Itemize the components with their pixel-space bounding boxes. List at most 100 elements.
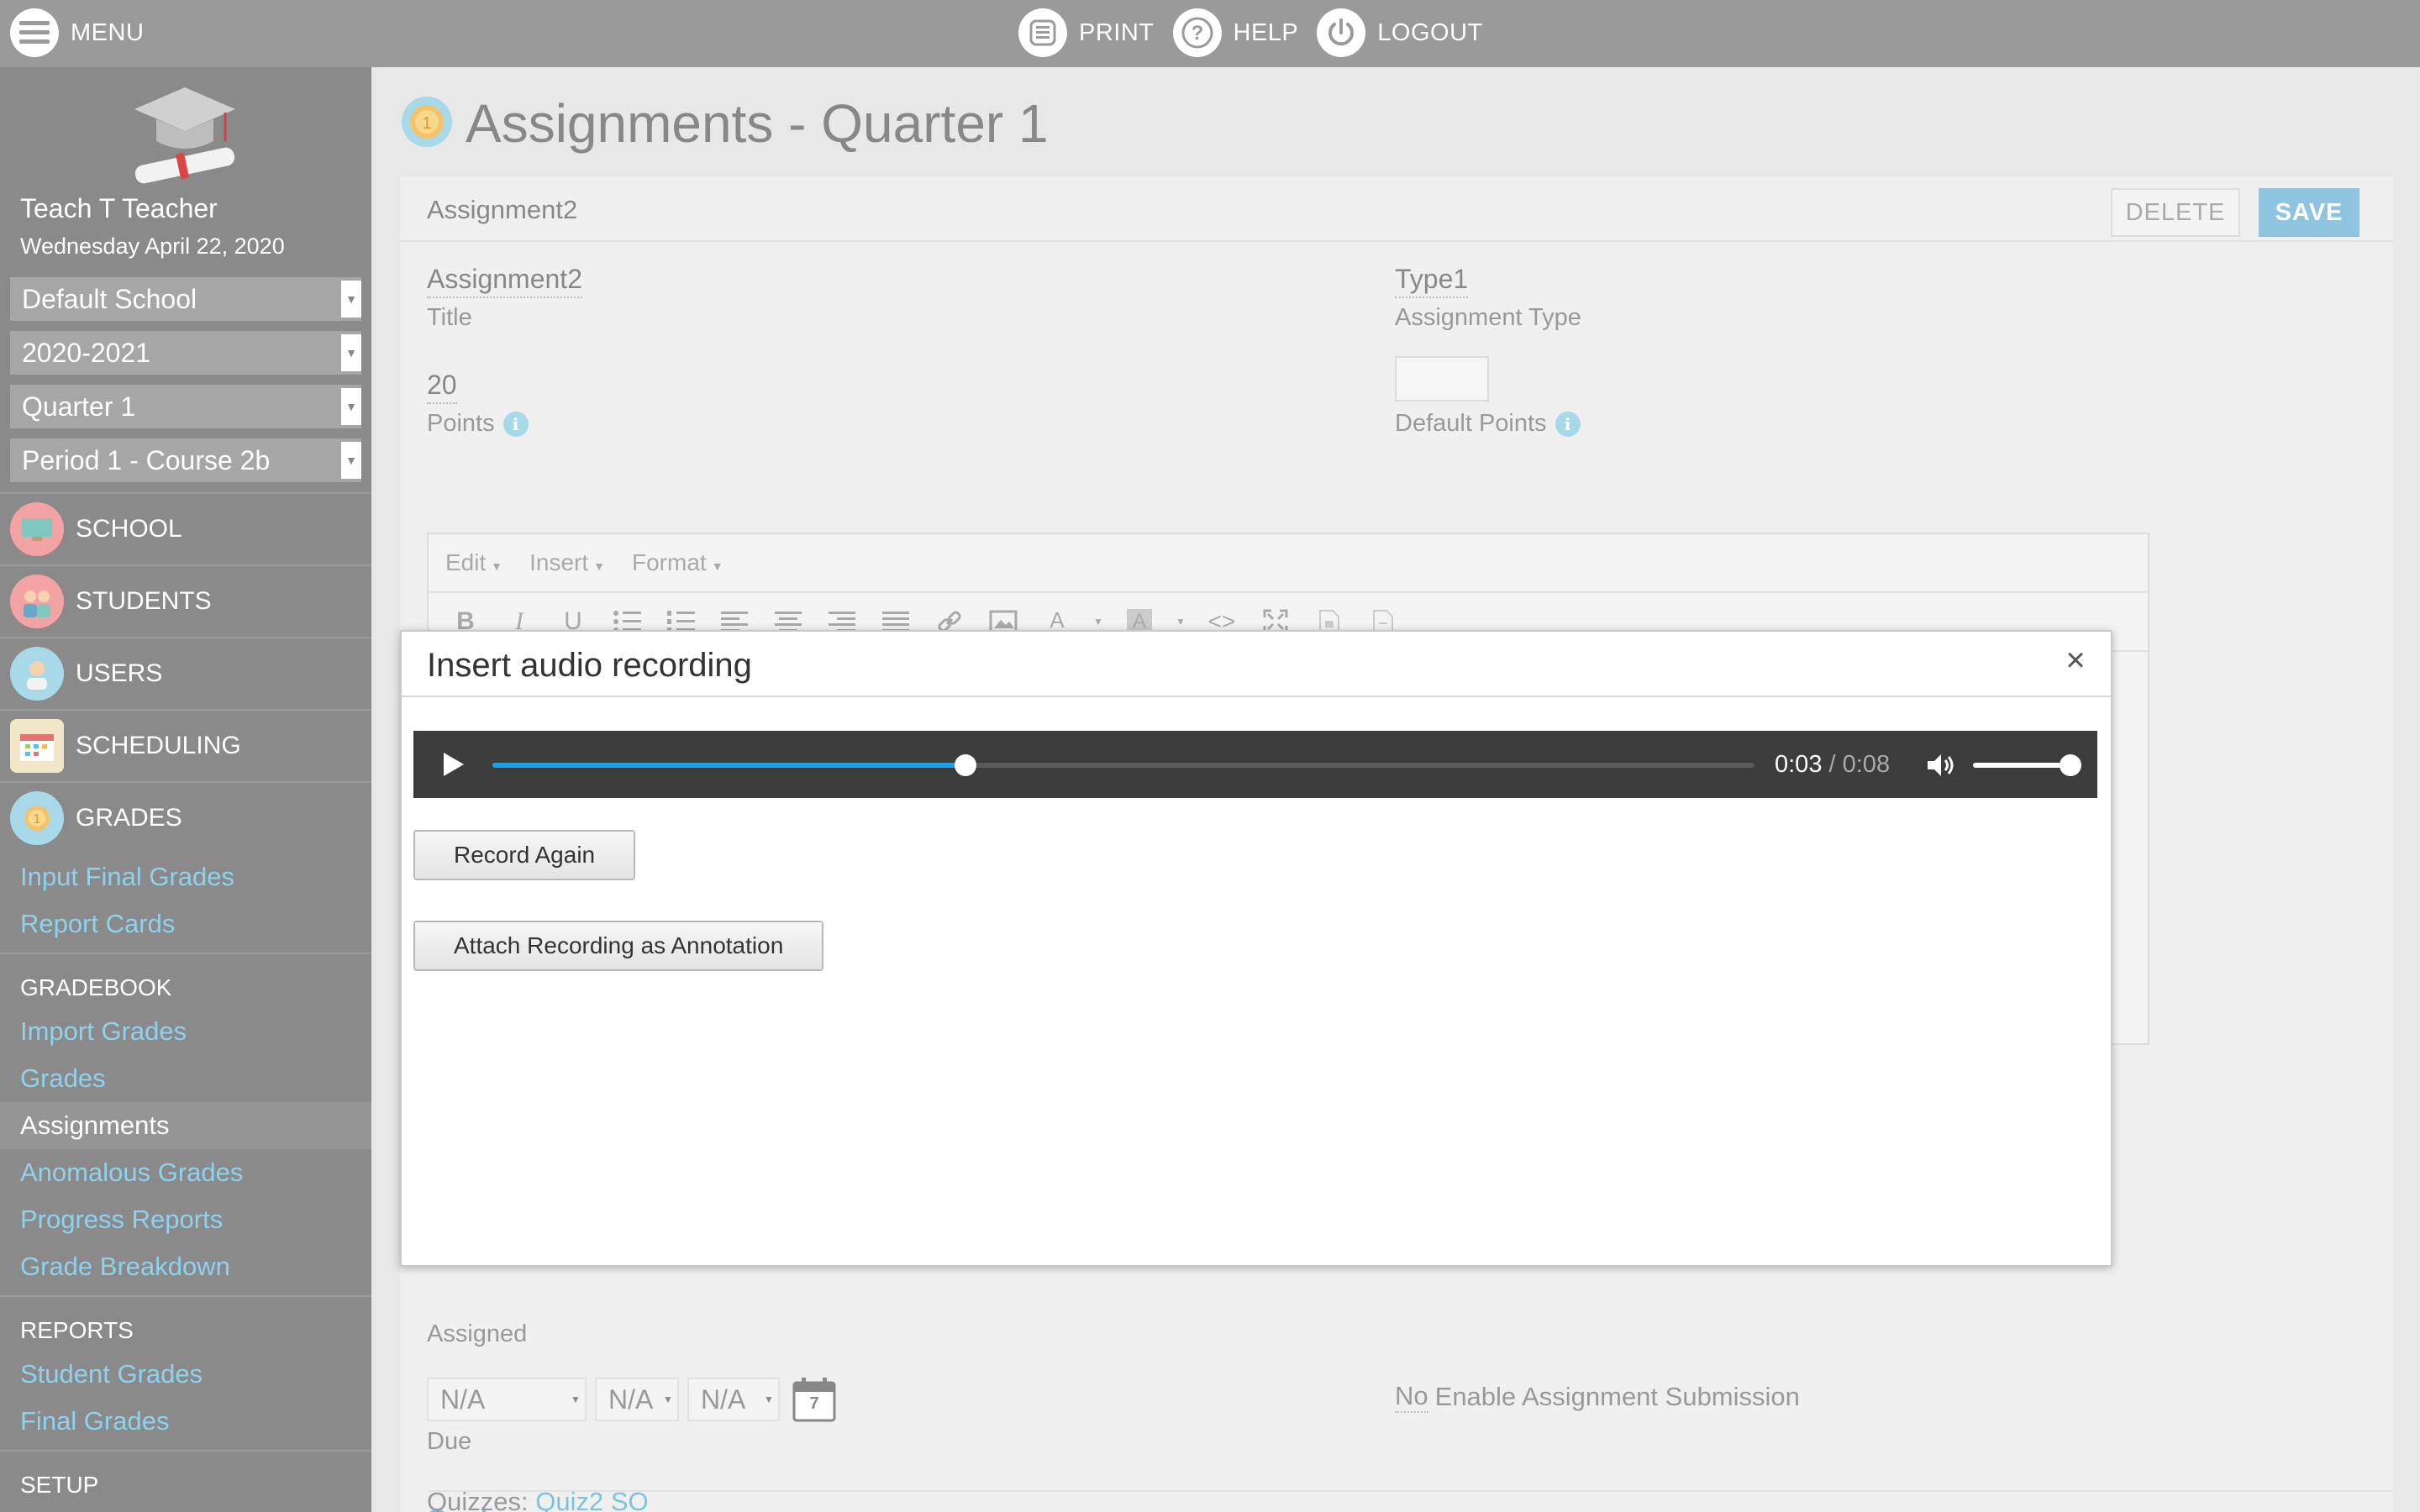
seek-handle[interactable] xyxy=(955,754,977,776)
seek-bar[interactable] xyxy=(492,754,1754,776)
link-student-grades[interactable]: Student Grades xyxy=(0,1351,371,1398)
play-icon[interactable] xyxy=(437,749,467,780)
nav-students-label: STUDENTS xyxy=(76,587,212,615)
link-import-grades[interactable]: Import Grades xyxy=(0,1008,371,1055)
medal-icon: 1 xyxy=(400,95,454,153)
due-month-select[interactable]: N/A ▼ xyxy=(427,1378,587,1421)
title-label: Title xyxy=(427,304,472,331)
record-again-button[interactable]: Record Again xyxy=(413,830,636,880)
due-day-value: N/A xyxy=(608,1383,654,1415)
volume-icon[interactable] xyxy=(1926,751,1956,780)
quarter-select[interactable]: Quarter 1 ▼ xyxy=(10,385,361,428)
close-icon[interactable]: × xyxy=(2059,642,2092,679)
students-icon xyxy=(10,575,64,628)
link-input-final-grades[interactable]: Input Final Grades xyxy=(0,853,371,900)
top-bar: MENU PRINT ? HELP LOGOUT xyxy=(0,0,2420,67)
info-icon[interactable]: i xyxy=(502,411,529,437)
volume-slider[interactable] xyxy=(1973,754,2081,776)
duration: 0:08 xyxy=(1842,751,1891,778)
page-title: Assignments - Quarter 1 xyxy=(466,93,1049,154)
nav-school[interactable]: SCHOOL xyxy=(0,492,371,564)
audio-player: 0:03 / 0:08 xyxy=(413,731,2097,798)
editor-menu-insert-label: Insert xyxy=(529,549,589,575)
power-icon xyxy=(1317,8,1366,57)
chevron-down-icon: ▼ xyxy=(341,442,361,479)
year-select-value: 2020-2021 xyxy=(22,337,151,368)
editor-menu-insert[interactable]: Insert ▼ xyxy=(529,549,605,576)
link-anomalous-grades[interactable]: Anomalous Grades xyxy=(0,1149,371,1196)
card-title: Assignment2 xyxy=(427,195,578,224)
profile: Teach T Teacher Wednesday April 22, 2020 xyxy=(0,67,371,277)
volume-handle[interactable] xyxy=(2060,754,2081,776)
link-assignments[interactable]: Assignments xyxy=(0,1102,371,1149)
editor-menu-edit-label: Edit xyxy=(445,549,487,575)
nav-scheduling[interactable]: SCHEDULING xyxy=(0,709,371,781)
help-button[interactable]: ? HELP xyxy=(1172,8,1299,57)
calendar-icon[interactable]: 7 xyxy=(792,1376,837,1423)
due-date-row: N/A ▼ N/A ▼ N/A ▼ 7 xyxy=(427,1376,837,1423)
default-points-label: Default Points xyxy=(1395,410,1547,437)
divider xyxy=(427,1490,2393,1492)
period-select-value: Period 1 - Course 2b xyxy=(22,444,271,475)
due-day-select[interactable]: N/A ▼ xyxy=(595,1378,679,1421)
school-select[interactable]: Default School ▼ xyxy=(10,277,361,321)
medal-icon: 1 xyxy=(10,791,64,845)
section-gradebook: GRADEBOOK xyxy=(0,953,371,1008)
submission-toggle-row[interactable]: No Enable Assignment Submission xyxy=(1395,1381,1800,1413)
nav-students[interactable]: STUDENTS xyxy=(0,564,371,637)
link-report-cards[interactable]: Report Cards xyxy=(0,900,371,948)
chevron-down-icon: ▼ xyxy=(341,281,361,318)
quizzes-row: Quizzes: Quiz2 SO xyxy=(427,1487,649,1512)
nav-users[interactable]: USERS xyxy=(0,637,371,709)
quiz-link[interactable]: Quiz2 SO xyxy=(535,1487,648,1512)
section-setup: SETUP xyxy=(0,1450,371,1505)
section-reports: REPORTS xyxy=(0,1295,371,1351)
nav-grades-label: GRADES xyxy=(76,804,182,832)
save-button[interactable]: SAVE xyxy=(2259,188,2360,237)
print-button[interactable]: PRINT xyxy=(1018,8,1155,57)
default-points-label-row: Default Points i xyxy=(1395,410,1581,438)
logout-label: LOGOUT xyxy=(1377,18,1483,46)
editor-menu-format[interactable]: Format ▼ xyxy=(632,549,723,576)
chevron-down-icon: ▼ xyxy=(663,1394,673,1405)
svg-text:?: ? xyxy=(1191,22,1203,45)
points-label: Points xyxy=(427,410,495,437)
link-grade-breakdown[interactable]: Grade Breakdown xyxy=(0,1243,371,1290)
print-label: PRINT xyxy=(1079,18,1155,46)
help-icon: ? xyxy=(1172,8,1222,57)
hamburger-icon xyxy=(10,8,59,57)
due-year-select[interactable]: N/A ▼ xyxy=(687,1378,780,1421)
time-display: 0:03 / 0:08 xyxy=(1775,751,1890,779)
caret-down-icon: ▼ xyxy=(593,559,605,573)
info-icon[interactable]: i xyxy=(1555,411,1581,437)
caret-down-icon: ▼ xyxy=(711,559,723,573)
delete-button[interactable]: DELETE xyxy=(2111,188,2240,237)
nav-users-label: USERS xyxy=(76,659,163,687)
due-label: Due xyxy=(427,1428,472,1455)
link-progress-reports[interactable]: Progress Reports xyxy=(0,1196,371,1243)
nav-scheduling-label: SCHEDULING xyxy=(76,732,241,759)
logout-button[interactable]: LOGOUT xyxy=(1317,8,1482,57)
nav-grades[interactable]: 1 GRADES xyxy=(0,781,371,853)
dialog-title: Insert audio recording xyxy=(427,647,752,684)
submission-label: Enable Assignment Submission xyxy=(1434,1382,1800,1411)
link-final-grades[interactable]: Final Grades xyxy=(0,1398,371,1445)
due-year-value: N/A xyxy=(701,1383,746,1415)
attach-recording-button[interactable]: Attach Recording as Annotation xyxy=(413,921,824,971)
users-icon xyxy=(10,647,64,701)
editor-menu-edit[interactable]: Edit ▼ xyxy=(445,549,502,576)
sidebar: Teach T Teacher Wednesday April 22, 2020… xyxy=(0,67,371,1512)
assignment-type-value[interactable]: Type1 xyxy=(1395,264,1469,298)
user-name: Teach T Teacher xyxy=(20,193,218,223)
chevron-down-icon: ▼ xyxy=(764,1394,774,1405)
year-select[interactable]: 2020-2021 ▼ xyxy=(10,331,361,375)
period-select[interactable]: Period 1 - Course 2b ▼ xyxy=(10,438,361,482)
quarter-select-value: Quarter 1 xyxy=(22,391,136,422)
menu-button[interactable]: MENU xyxy=(10,7,144,59)
default-points-input[interactable] xyxy=(1395,356,1489,402)
calendar-day: 7 xyxy=(809,1394,819,1413)
menu-label: MENU xyxy=(71,18,145,46)
title-value[interactable]: Assignment2 xyxy=(427,264,582,298)
link-grades[interactable]: Grades xyxy=(0,1055,371,1102)
points-value[interactable]: 20 xyxy=(427,370,457,404)
